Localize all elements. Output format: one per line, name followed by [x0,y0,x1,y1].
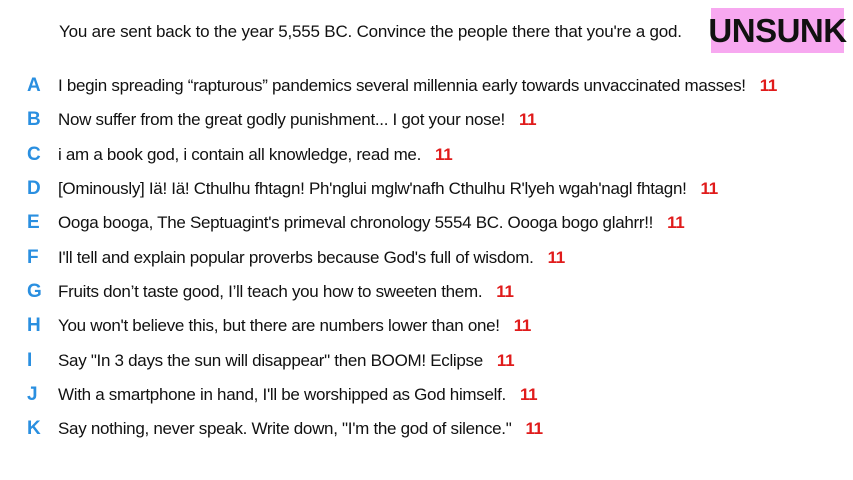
answer-letter: D [27,178,41,200]
answer-text-content: i am a book god, i contain all knowledge… [58,144,422,164]
answer-score: 11 [667,213,685,233]
answer-letter: K [27,418,41,440]
answer-score: 11 [700,179,719,199]
answer-text-content: [Ominously] Iä! Iä! Cthulhu fhtagn! Ph'n… [58,179,687,199]
answer-row: F I'll tell and explain popular proverbs … [0,240,853,274]
answer-row: G Fruits don’t taste good, I’ll teach you… [0,275,853,309]
answer-row: A I begin spreading “rapturous” pandemics… [0,69,853,103]
answer-row: J With a smartphone in hand, I'll be wors… [0,378,853,412]
answer-text-content: Fruits don’t taste good, I’ll teach you … [58,281,483,301]
answer-row: Ci am a book god, i contain all knowledg… [0,138,853,172]
answer-score: 11 [518,110,537,130]
answer-text: Fruits don’t taste good, I’ll teach you … [58,282,514,302]
answer-row: H You won't believe this, but there are n… [0,309,853,343]
answer-row: B Now suffer from the great godly punishm… [0,103,853,137]
answer-text: [Ominously] Iä! Iä! Cthulhu fhtagn! Ph'n… [58,179,718,199]
logo-text: UNSUNK [708,11,847,49]
answer-score: 11 [496,281,514,301]
answer-text: With a smartphone in hand, I'll be worsh… [58,384,538,405]
answer-text: I begin spreading “rapturous” pandemics … [58,76,777,96]
answer-text: Say nothing, never speak. Write down, "I… [58,419,543,439]
answer-score: 11 [547,247,566,267]
answer-score: 11 [496,350,515,370]
answer-text-content: Ooga booga, The Septuagint's primeval ch… [58,213,654,233]
answer-text-content: I'll tell and explain popular proverbs b… [58,247,534,267]
answer-text: You won't believe this, but there are nu… [58,316,531,336]
answer-text-content: Say nothing, never speak. Write down, "I… [58,419,512,439]
answer-score: 11 [513,316,532,336]
unsunk-logo: UNSUNK [708,8,847,53]
answer-row: K Say nothing, never speak. Write down, "… [0,412,853,446]
answer-text-content: Now suffer from the great godly punishme… [58,110,505,130]
answer-list: A I begin spreading “rapturous” pandemics… [0,69,853,446]
answer-score: 11 [519,384,538,404]
answer-text-content: You won't believe this, but there are nu… [58,316,500,336]
answer-letter: E [27,212,40,234]
answer-text: Ooga booga, The Septuagint's primeval ch… [58,213,685,233]
answer-text: Say "In 3 days the sun will disappear" t… [58,350,515,371]
answer-text-content: With a smartphone in hand, I'll be worsh… [58,384,506,404]
answer-letter: G [27,280,42,302]
answer-text: Now suffer from the great godly punishme… [58,110,537,130]
answer-letter: H [27,315,41,337]
answer-row: E Ooga booga, The Septuagint's primeval c… [0,206,853,240]
answer-row: D [Ominously] Iä! Iä! Cthulhu fhtagn! Ph'… [0,172,853,206]
answer-letter: C [27,143,41,165]
prompt-text: You are sent back to the year 5,555 BC. … [59,22,682,41]
answer-letter: J [27,383,38,405]
answer-text: i am a book god, i contain all knowledge… [58,144,453,165]
answer-score: 11 [435,144,453,164]
answer-text-content: I begin spreading “rapturous” pandemics … [58,76,746,96]
answer-score: 11 [525,419,543,439]
answer-text: I'll tell and explain popular proverbs b… [58,248,565,268]
answer-letter: A [27,75,41,97]
answer-text-content: Say "In 3 days the sun will disappear" t… [58,350,483,370]
answer-letter: F [27,246,39,268]
answer-letter: B [27,109,41,131]
answer-letter: I [27,349,33,371]
answer-row: I Say "In 3 days the sun will disappear" … [0,343,853,377]
answer-score: 11 [759,76,778,96]
